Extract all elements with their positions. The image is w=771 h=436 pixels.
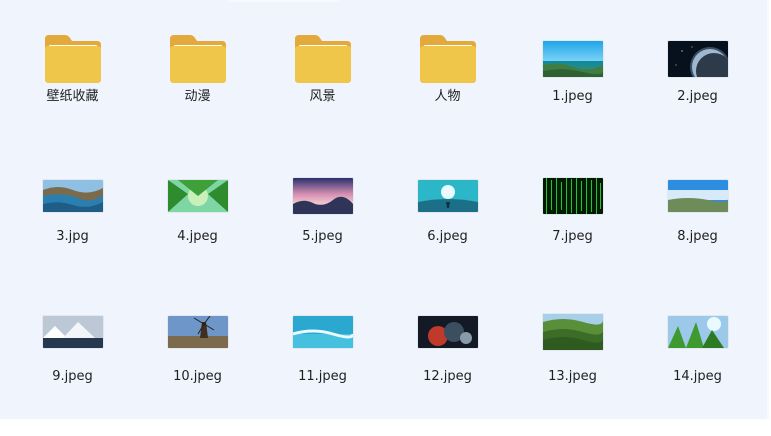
file-label: 10.jpeg [173, 369, 222, 384]
image-item-7[interactable]: 7.jpeg [510, 156, 635, 296]
file-label: 3.jpg [56, 229, 89, 244]
image-thumbnail-icon [167, 316, 228, 348]
file-browser-window: 壁纸收藏 动漫 风景 人物 1.jpeg 2.jpeg 3.jpg 4.jpeg… [0, 0, 769, 419]
image-thumbnail-icon [417, 316, 478, 348]
file-label: 6.jpeg [427, 229, 468, 244]
image-item-6[interactable]: 6.jpeg [385, 156, 510, 296]
file-label: 人物 [434, 89, 461, 104]
file-label: 13.jpeg [548, 369, 597, 384]
image-item-2[interactable]: 2.jpeg [635, 16, 760, 156]
folder-item-wallpaper-collection[interactable]: 壁纸收藏 [10, 16, 135, 156]
image-item-11[interactable]: 11.jpeg [260, 296, 385, 436]
image-item-4[interactable]: 4.jpeg [135, 156, 260, 296]
file-grid: 壁纸收藏 动漫 风景 人物 1.jpeg 2.jpeg 3.jpg 4.jpeg… [10, 16, 760, 406]
file-label: 9.jpeg [52, 369, 93, 384]
image-item-8[interactable]: 8.jpeg [635, 156, 760, 296]
folder-item-people[interactable]: 人物 [385, 16, 510, 156]
file-label: 14.jpeg [673, 369, 722, 384]
image-item-12[interactable]: 12.jpeg [385, 296, 510, 436]
image-thumbnail-icon [542, 41, 603, 77]
image-thumbnail-icon [667, 180, 728, 212]
image-thumbnail-icon [167, 180, 228, 212]
top-highlight [228, 0, 339, 2]
image-thumbnail-icon [542, 314, 603, 350]
file-label: 4.jpeg [177, 229, 218, 244]
file-label: 11.jpeg [298, 369, 347, 384]
image-thumbnail-icon [42, 316, 103, 348]
file-label: 12.jpeg [423, 369, 472, 384]
file-label: 2.jpeg [677, 89, 718, 104]
file-label: 5.jpeg [302, 229, 343, 244]
folder-icon [44, 35, 101, 83]
file-label: 8.jpeg [677, 229, 718, 244]
image-thumbnail-icon [292, 178, 353, 214]
folder-item-scenery[interactable]: 风景 [260, 16, 385, 156]
image-thumbnail-icon [417, 180, 478, 212]
folder-item-anime[interactable]: 动漫 [135, 16, 260, 156]
file-label: 动漫 [184, 89, 211, 104]
image-thumbnail-icon [42, 180, 103, 212]
image-item-5[interactable]: 5.jpeg [260, 156, 385, 296]
file-label: 7.jpeg [552, 229, 593, 244]
folder-icon [169, 35, 226, 83]
image-item-10[interactable]: 10.jpeg [135, 296, 260, 436]
image-thumbnail-icon [292, 316, 353, 348]
folder-icon [419, 35, 476, 83]
image-item-9[interactable]: 9.jpeg [10, 296, 135, 436]
image-thumbnail-icon [542, 178, 603, 214]
image-item-13[interactable]: 13.jpeg [510, 296, 635, 436]
image-thumbnail-icon [667, 41, 728, 77]
folder-icon [294, 35, 351, 83]
image-thumbnail-icon [667, 316, 728, 348]
file-label: 1.jpeg [552, 89, 593, 104]
file-label: 风景 [309, 89, 336, 104]
image-item-3[interactable]: 3.jpg [10, 156, 135, 296]
image-item-14[interactable]: 14.jpeg [635, 296, 760, 436]
file-label: 壁纸收藏 [46, 89, 99, 104]
image-item-1[interactable]: 1.jpeg [510, 16, 635, 156]
